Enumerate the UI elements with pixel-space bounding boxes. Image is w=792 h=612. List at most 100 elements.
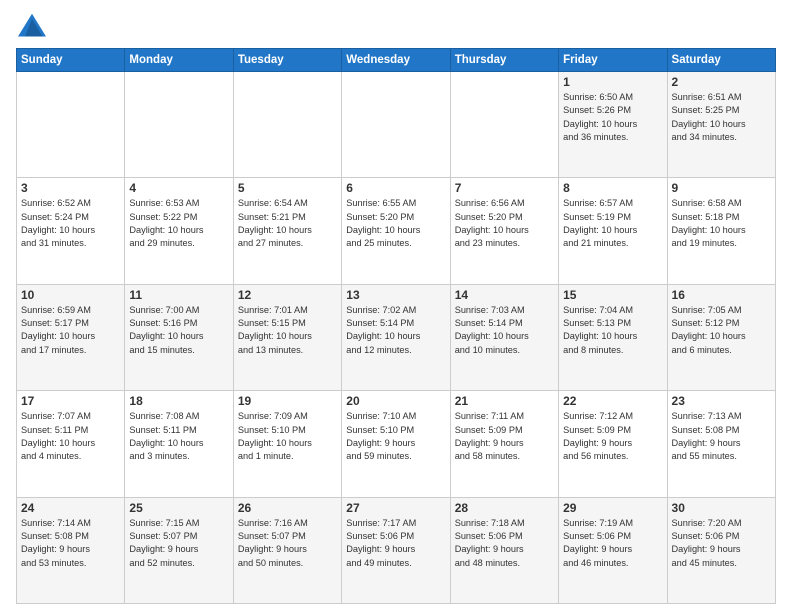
- day-number: 7: [455, 181, 554, 195]
- calendar-cell: [342, 72, 450, 178]
- calendar-cell: 26 Sunrise: 7:16 AMSunset: 5:07 PMDayligh…: [233, 497, 341, 603]
- calendar-cell: 22Sunrise: 7:12 AMSunset: 5:09 PMDayligh…: [559, 391, 667, 497]
- day-number: 1: [563, 75, 662, 89]
- day-number: 9: [672, 181, 771, 195]
- calendar-cell: 17 Sunrise: 7:07 AMSunset: 5:11 PMDayligh…: [17, 391, 125, 497]
- day-number: 20: [346, 394, 445, 408]
- day-number: 25: [129, 501, 228, 515]
- weekday-header-friday: Friday: [559, 49, 667, 72]
- day-info: Sunrise: 7:04 AMSunset: 5:13 PMDaylight:…: [563, 304, 662, 357]
- day-number: 11: [129, 288, 228, 302]
- day-info: Sunrise: 7:02 AMSunset: 5:14 PMDaylight:…: [346, 304, 445, 357]
- calendar-cell: 2 Sunrise: 6:51 AMSunset: 5:25 PMDaylight…: [667, 72, 775, 178]
- day-info: Sunrise: 7:18 AMSunset: 5:06 PMDaylight:…: [455, 517, 554, 570]
- day-info: Sunrise: 7:08 AMSunset: 5:11 PMDaylight:…: [129, 410, 228, 463]
- calendar-cell: 13 Sunrise: 7:02 AMSunset: 5:14 PMDayligh…: [342, 284, 450, 390]
- calendar-cell: 1 Sunrise: 6:50 AMSunset: 5:26 PMDaylight…: [559, 72, 667, 178]
- day-number: 6: [346, 181, 445, 195]
- calendar-cell: 6 Sunrise: 6:55 AMSunset: 5:20 PMDaylight…: [342, 178, 450, 284]
- day-number: 24: [21, 501, 120, 515]
- day-number: 27: [346, 501, 445, 515]
- calendar-cell: 16 Sunrise: 7:05 AMSunset: 5:12 PMDayligh…: [667, 284, 775, 390]
- calendar-cell: [450, 72, 558, 178]
- day-info: Sunrise: 6:56 AMSunset: 5:20 PMDaylight:…: [455, 197, 554, 250]
- day-number: 8: [563, 181, 662, 195]
- header: [16, 12, 776, 40]
- weekday-header-thursday: Thursday: [450, 49, 558, 72]
- day-info: Sunrise: 7:05 AMSunset: 5:12 PMDaylight:…: [672, 304, 771, 357]
- day-number: 26: [238, 501, 337, 515]
- day-info: Sunrise: 7:03 AMSunset: 5:14 PMDaylight:…: [455, 304, 554, 357]
- calendar-cell: 24 Sunrise: 7:14 AMSunset: 5:08 PMDayligh…: [17, 497, 125, 603]
- calendar-cell: 9 Sunrise: 6:58 AMSunset: 5:18 PMDaylight…: [667, 178, 775, 284]
- day-number: 18: [129, 394, 228, 408]
- day-info: Sunrise: 6:51 AMSunset: 5:25 PMDaylight:…: [672, 91, 771, 144]
- calendar-cell: 28 Sunrise: 7:18 AMSunset: 5:06 PMDayligh…: [450, 497, 558, 603]
- day-number: 16: [672, 288, 771, 302]
- day-number: 23: [672, 394, 771, 408]
- calendar-cell: [17, 72, 125, 178]
- day-info: Sunrise: 6:52 AMSunset: 5:24 PMDaylight:…: [21, 197, 120, 250]
- calendar-cell: 19 Sunrise: 7:09 AMSunset: 5:10 PMDayligh…: [233, 391, 341, 497]
- day-info: Sunrise: 6:55 AMSunset: 5:20 PMDaylight:…: [346, 197, 445, 250]
- calendar-week-row: 1 Sunrise: 6:50 AMSunset: 5:26 PMDaylight…: [17, 72, 776, 178]
- day-info: Sunrise: 7:20 AMSunset: 5:06 PMDaylight:…: [672, 517, 771, 570]
- weekday-header-monday: Monday: [125, 49, 233, 72]
- day-info: Sunrise: 7:17 AMSunset: 5:06 PMDaylight:…: [346, 517, 445, 570]
- day-number: 29: [563, 501, 662, 515]
- day-number: 10: [21, 288, 120, 302]
- day-info: Sunrise: 7:11 AMSunset: 5:09 PMDaylight:…: [455, 410, 554, 463]
- day-info: Sunrise: 7:19 AMSunset: 5:06 PMDaylight:…: [563, 517, 662, 570]
- calendar-cell: 25 Sunrise: 7:15 AMSunset: 5:07 PMDayligh…: [125, 497, 233, 603]
- weekday-header-sunday: Sunday: [17, 49, 125, 72]
- day-info: Sunrise: 6:54 AMSunset: 5:21 PMDaylight:…: [238, 197, 337, 250]
- calendar-week-row: 3 Sunrise: 6:52 AMSunset: 5:24 PMDaylight…: [17, 178, 776, 284]
- calendar-cell: 4Sunrise: 6:53 AMSunset: 5:22 PMDaylight…: [125, 178, 233, 284]
- day-number: 3: [21, 181, 120, 195]
- page: SundayMondayTuesdayWednesdayThursdayFrid…: [0, 0, 792, 612]
- day-info: Sunrise: 7:13 AMSunset: 5:08 PMDaylight:…: [672, 410, 771, 463]
- calendar-week-row: 24 Sunrise: 7:14 AMSunset: 5:08 PMDayligh…: [17, 497, 776, 603]
- day-info: Sunrise: 6:50 AMSunset: 5:26 PMDaylight:…: [563, 91, 662, 144]
- day-number: 12: [238, 288, 337, 302]
- day-number: 5: [238, 181, 337, 195]
- day-number: 28: [455, 501, 554, 515]
- day-number: 14: [455, 288, 554, 302]
- calendar-cell: 10Sunrise: 6:59 AMSunset: 5:17 PMDayligh…: [17, 284, 125, 390]
- day-number: 17: [21, 394, 120, 408]
- day-number: 13: [346, 288, 445, 302]
- day-info: Sunrise: 7:12 AMSunset: 5:09 PMDaylight:…: [563, 410, 662, 463]
- day-info: Sunrise: 7:01 AMSunset: 5:15 PMDaylight:…: [238, 304, 337, 357]
- calendar-cell: 8 Sunrise: 6:57 AMSunset: 5:19 PMDaylight…: [559, 178, 667, 284]
- day-info: Sunrise: 7:00 AMSunset: 5:16 PMDaylight:…: [129, 304, 228, 357]
- day-info: Sunrise: 7:16 AMSunset: 5:07 PMDaylight:…: [238, 517, 337, 570]
- day-info: Sunrise: 7:10 AMSunset: 5:10 PMDaylight:…: [346, 410, 445, 463]
- calendar-cell: 30 Sunrise: 7:20 AMSunset: 5:06 PMDayligh…: [667, 497, 775, 603]
- logo: [16, 12, 52, 40]
- calendar-cell: 3 Sunrise: 6:52 AMSunset: 5:24 PMDaylight…: [17, 178, 125, 284]
- day-number: 19: [238, 394, 337, 408]
- day-info: Sunrise: 7:15 AMSunset: 5:07 PMDaylight:…: [129, 517, 228, 570]
- calendar-cell: 20 Sunrise: 7:10 AMSunset: 5:10 PMDayligh…: [342, 391, 450, 497]
- day-info: Sunrise: 7:09 AMSunset: 5:10 PMDaylight:…: [238, 410, 337, 463]
- day-info: Sunrise: 7:14 AMSunset: 5:08 PMDaylight:…: [21, 517, 120, 570]
- day-number: 21: [455, 394, 554, 408]
- calendar-cell: 27 Sunrise: 7:17 AMSunset: 5:06 PMDayligh…: [342, 497, 450, 603]
- day-info: Sunrise: 7:07 AMSunset: 5:11 PMDaylight:…: [21, 410, 120, 463]
- day-info: Sunrise: 6:58 AMSunset: 5:18 PMDaylight:…: [672, 197, 771, 250]
- calendar-week-row: 17 Sunrise: 7:07 AMSunset: 5:11 PMDayligh…: [17, 391, 776, 497]
- calendar-cell: 15 Sunrise: 7:04 AMSunset: 5:13 PMDayligh…: [559, 284, 667, 390]
- day-number: 30: [672, 501, 771, 515]
- logo-icon: [16, 12, 48, 40]
- day-info: Sunrise: 6:57 AMSunset: 5:19 PMDaylight:…: [563, 197, 662, 250]
- weekday-header-saturday: Saturday: [667, 49, 775, 72]
- calendar-cell: 5 Sunrise: 6:54 AMSunset: 5:21 PMDaylight…: [233, 178, 341, 284]
- weekday-header-tuesday: Tuesday: [233, 49, 341, 72]
- day-number: 15: [563, 288, 662, 302]
- calendar-cell: 23 Sunrise: 7:13 AMSunset: 5:08 PMDayligh…: [667, 391, 775, 497]
- weekday-header-wednesday: Wednesday: [342, 49, 450, 72]
- calendar-cell: 18 Sunrise: 7:08 AMSunset: 5:11 PMDayligh…: [125, 391, 233, 497]
- calendar-cell: 21 Sunrise: 7:11 AMSunset: 5:09 PMDayligh…: [450, 391, 558, 497]
- calendar-cell: [125, 72, 233, 178]
- day-number: 2: [672, 75, 771, 89]
